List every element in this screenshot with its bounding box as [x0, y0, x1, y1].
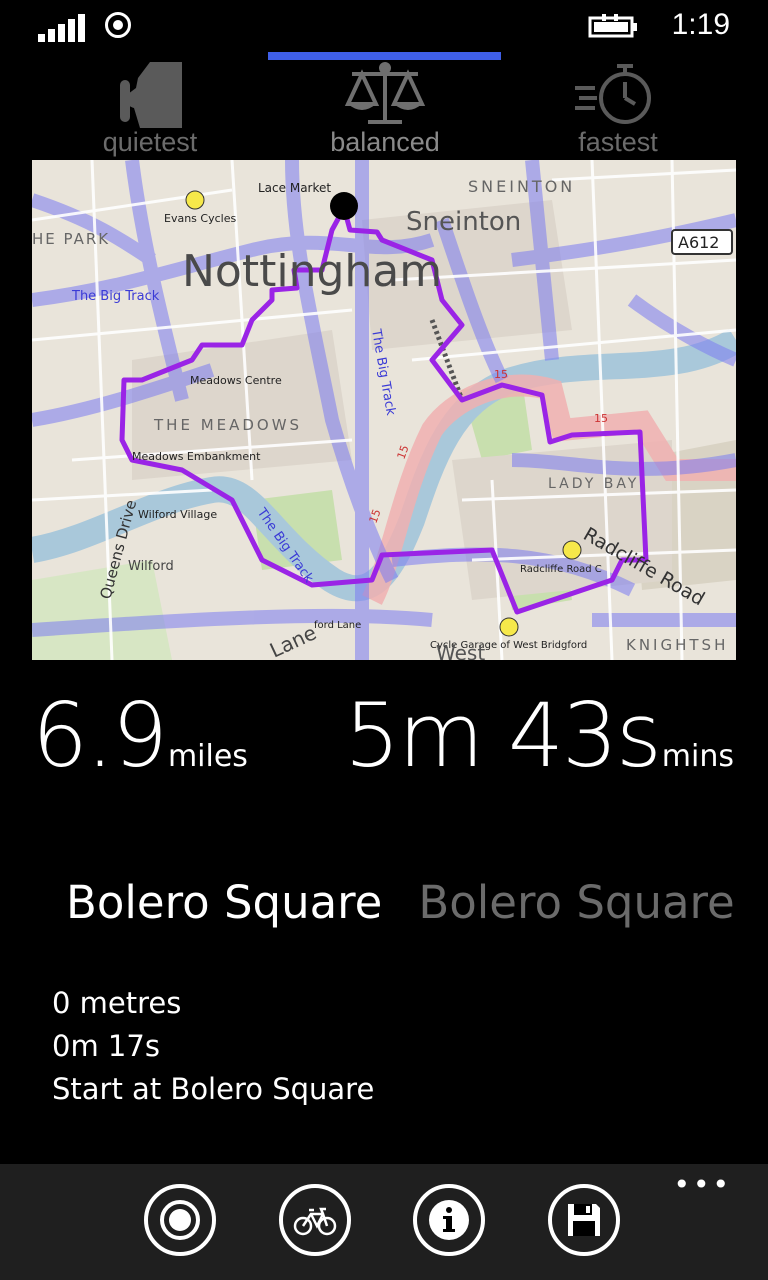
mode-label: balanced: [330, 127, 440, 157]
time-unit: mins: [661, 739, 734, 774]
distance-unit: miles: [167, 739, 248, 774]
mode-label: fastest: [578, 127, 658, 157]
map-label: 15: [594, 412, 608, 425]
map-label: Nottingham: [182, 246, 442, 297]
map-label: Meadows Centre: [190, 374, 282, 387]
map-label: SNEINTON: [468, 177, 575, 196]
scales-icon: [344, 62, 426, 124]
map-label: Sneinton: [406, 207, 521, 237]
distance-value: 6.9: [32, 684, 168, 787]
step-detail: 0 metres 0m 17s Start at Bolero Square: [52, 982, 374, 1111]
record-icon: [160, 1200, 200, 1240]
cycle-button[interactable]: [279, 1184, 351, 1256]
map-label: Wilford: [128, 559, 174, 574]
map-label: LADY BAY: [548, 476, 639, 492]
step-title-current[interactable]: Bolero Square: [66, 876, 382, 929]
map-label: THE MEADOWS: [153, 416, 302, 434]
save-button[interactable]: [548, 1184, 620, 1256]
battery-charging-icon: [588, 14, 637, 38]
mode-balanced[interactable]: balanced: [285, 60, 485, 158]
step-instruction: Start at Bolero Square: [52, 1072, 375, 1106]
location-icon: [105, 12, 131, 38]
info-button[interactable]: [413, 1184, 485, 1256]
map-label: HE PARK: [32, 230, 110, 248]
bicycle-icon: [293, 1207, 337, 1236]
route-map[interactable]: Nottingham SNEINTON Sneinton Lace Market…: [32, 160, 736, 660]
route-summary: 6.9miles 5m 43smins: [0, 680, 768, 787]
more-options-button[interactable]: •••: [673, 1171, 732, 1199]
map-label: 15: [494, 368, 508, 381]
selected-mode-indicator: [268, 52, 501, 60]
map-label: West: [436, 641, 485, 660]
signal-icon: [38, 12, 88, 42]
map-label: Meadows Embankment: [132, 450, 261, 463]
stopwatch-icon: [575, 64, 651, 124]
map-label: KNIGHTSH: [626, 636, 728, 654]
route-mode-selector: quietest balanced fastest: [0, 52, 768, 158]
save-icon: [568, 1204, 600, 1236]
info-icon: [429, 1200, 469, 1240]
step-carousel[interactable]: Bolero SquareBolero SquareS: [66, 876, 768, 940]
status-bar: 1:19: [0, 0, 768, 56]
map-label: A612: [678, 233, 719, 252]
clock: 1:19: [671, 8, 730, 41]
mode-fastest[interactable]: fastest: [518, 60, 718, 158]
step-duration: 0m 17s: [52, 1029, 160, 1063]
map-label: Wilford Village: [138, 508, 217, 521]
distance-summary: 6.9miles: [32, 684, 248, 787]
mode-quietest[interactable]: quietest: [50, 60, 250, 158]
step-title-next[interactable]: Bolero Square: [418, 876, 734, 929]
map-label: The Big Track: [71, 289, 160, 304]
record-button[interactable]: [144, 1184, 216, 1256]
time-summary: 5m 43smins: [344, 684, 734, 787]
map-label: Evans Cycles: [164, 212, 236, 225]
hush-icon: [120, 62, 182, 128]
step-distance: 0 metres: [52, 986, 182, 1020]
map-label: Radcliffe Road C: [520, 564, 602, 575]
app-bar: •••: [0, 1164, 768, 1280]
map-label: ford Lane: [314, 620, 361, 631]
mode-label: quietest: [102, 127, 198, 157]
time-value: 5m 43s: [344, 684, 662, 787]
map-label: Lace Market: [258, 181, 331, 195]
